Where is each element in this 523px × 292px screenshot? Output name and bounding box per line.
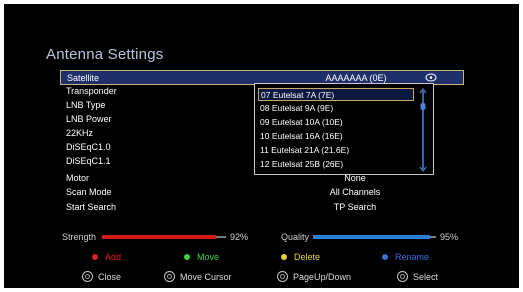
satellite-icon [425, 73, 437, 82]
menu-row-start-search[interactable]: Start Search TP Search [60, 200, 464, 215]
add-key-label[interactable]: Add [105, 251, 121, 263]
quality-percent: 95% [440, 232, 459, 242]
green-key-icon [184, 254, 190, 260]
move-key-label[interactable]: Move [197, 251, 219, 263]
menu-label-diseqc11: DiSEqC1.1 [66, 156, 111, 166]
dropdown-item[interactable]: 07 Eutelsat 7A (7E) [258, 88, 414, 101]
delete-key-label[interactable]: Delete [294, 251, 320, 263]
dropdown-scrollbar[interactable] [418, 88, 428, 172]
strength-bar-fill [102, 235, 217, 239]
menu-label-motor: Motor [66, 173, 90, 183]
menu-label-scan-mode: Scan Mode [66, 187, 112, 197]
strength-bar [102, 235, 226, 239]
red-key-icon [92, 254, 98, 260]
dropdown-item[interactable]: 10 Eutelsat 16A (16E) [258, 130, 414, 143]
strength-label: Strength [62, 232, 97, 242]
screen: Antenna Settings Satellite AAAAAAA (0E) … [4, 4, 519, 288]
page-title: Antenna Settings [46, 46, 164, 63]
menu-row-scan-mode[interactable]: Scan Mode All Channels [60, 185, 464, 200]
dropdown-item[interactable]: 09 Eutelsat 10A (10E) [258, 116, 414, 129]
page-button-icon [277, 271, 288, 282]
select-hint[interactable]: Select [413, 270, 438, 284]
dropdown-item[interactable]: 12 Eutelsat 25B (26E) [258, 158, 414, 171]
blue-key-icon [382, 254, 388, 260]
yellow-key-icon [281, 254, 287, 260]
close-hint[interactable]: Close [98, 270, 121, 284]
menu-label-diseqc10: DiSEqC1.0 [66, 142, 111, 152]
ok-button-icon [397, 271, 408, 282]
page-hint[interactable]: PageUp/Down [293, 270, 351, 284]
menu-value-start-search: TP Search [333, 202, 377, 212]
quality-bar-fill [313, 235, 430, 239]
menu-label-lnb-power: LNB Power [66, 114, 112, 124]
strength-percent: 92% [230, 232, 249, 242]
dropdown-item[interactable]: 11 Eutelsat 21A (21.6E) [258, 144, 414, 157]
rename-key-label[interactable]: Rename [395, 251, 429, 263]
menu-label-start-search: Start Search [66, 202, 117, 212]
menu-label-lnb-type: LNB Type [66, 100, 106, 110]
quality-label: Quality [281, 232, 310, 242]
dropdown-item[interactable]: 08 Eutelsat 9A (9E) [258, 102, 414, 115]
menu-value-scan-mode: All Channels [329, 187, 381, 197]
menu-label-transponder: Transponder [66, 86, 117, 96]
satellite-dropdown[interactable]: 07 Eutelsat 7A (7E) 08 Eutelsat 9A (9E) … [254, 83, 434, 175]
move-cursor-hint[interactable]: Move Cursor [180, 270, 232, 284]
exit-button-icon [82, 271, 93, 282]
quality-bar [313, 235, 436, 239]
dpad-icon [164, 271, 175, 282]
menu-label-22khz: 22KHz [66, 128, 94, 138]
